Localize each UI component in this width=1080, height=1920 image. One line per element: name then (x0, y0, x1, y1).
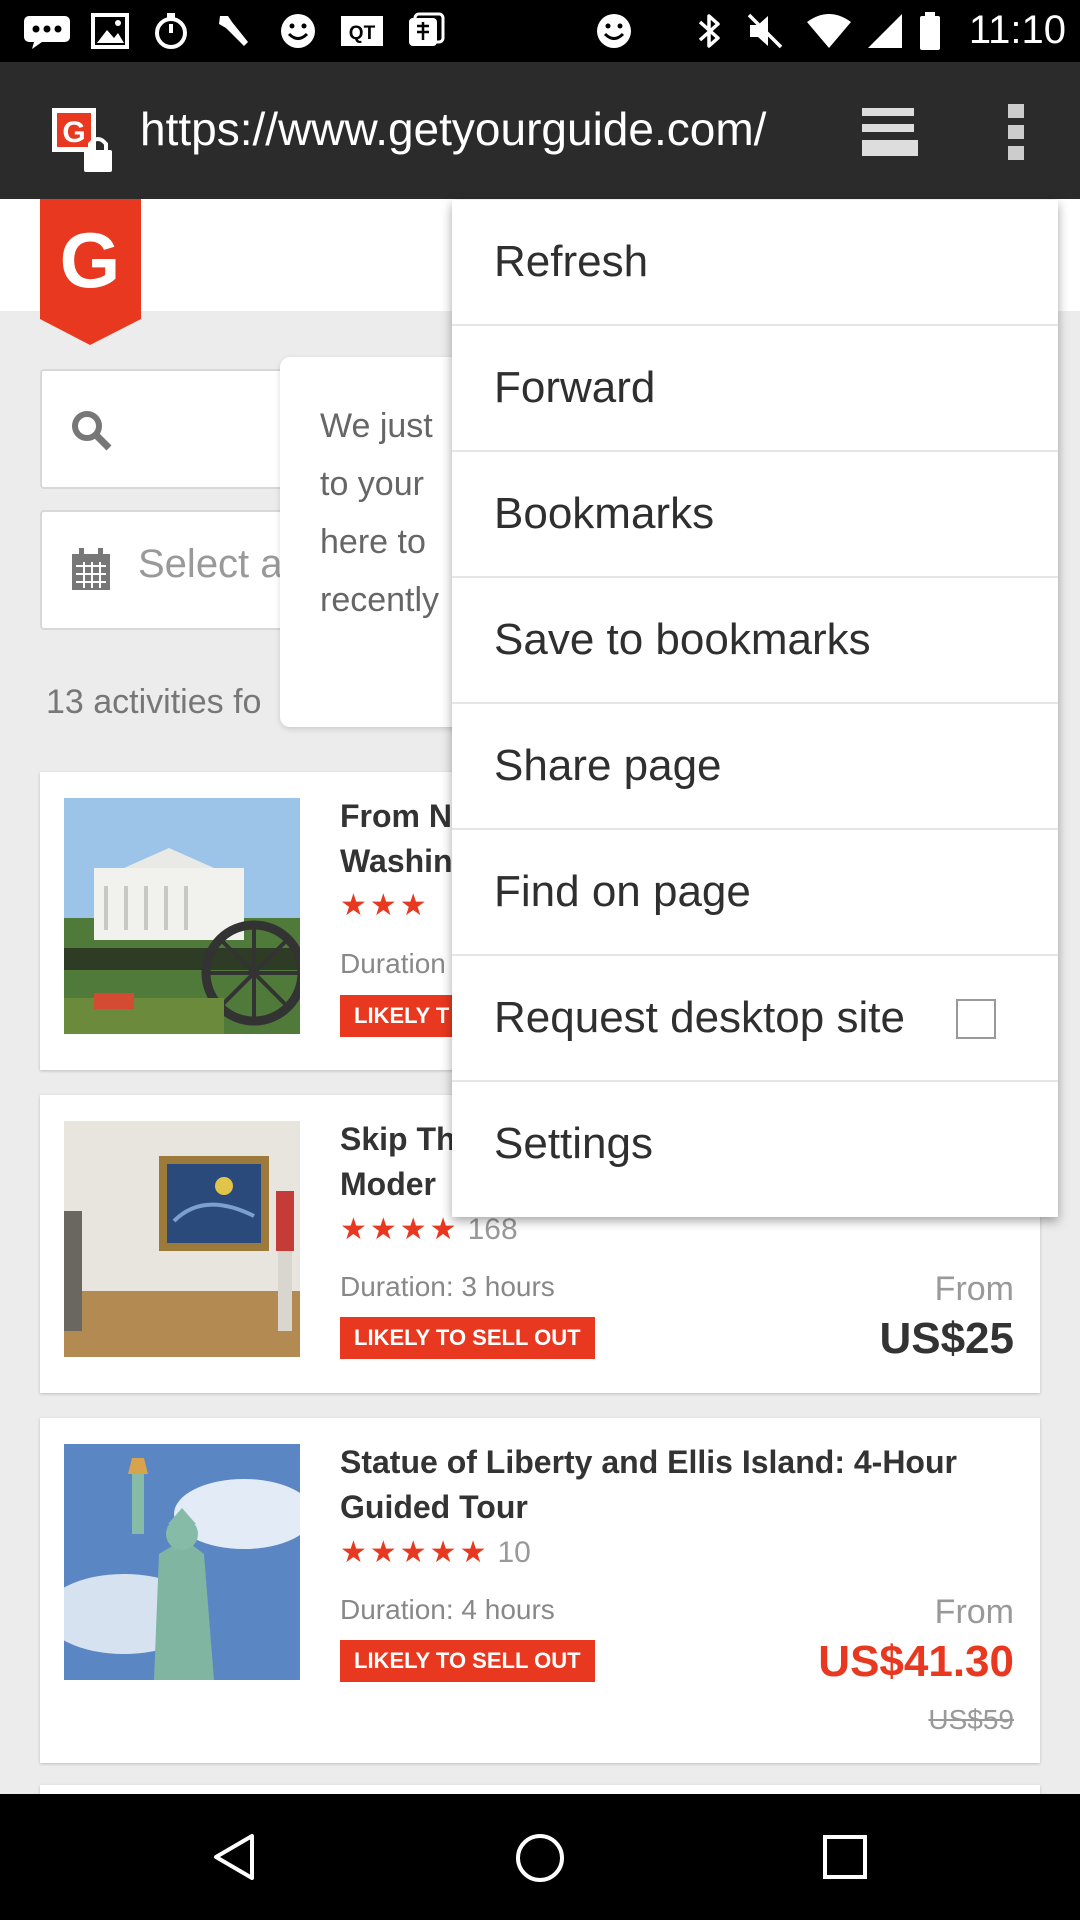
rating-stars: ★★★★ 168 (340, 1213, 518, 1246)
menu-item-bookmarks[interactable]: Bookmarks (452, 452, 1058, 578)
activities-count: 13 activities fo (46, 683, 262, 721)
getyourguide-logo[interactable]: G (40, 199, 141, 345)
home-icon[interactable] (514, 1832, 566, 1884)
messages-icon (24, 16, 70, 49)
menu-item-settings[interactable]: Settings (452, 1082, 1058, 1208)
rating-count: 10 (497, 1536, 531, 1569)
activity-image (64, 1121, 300, 1357)
status-bar: QT 11:10 (0, 0, 1080, 62)
wifi-icon (807, 14, 851, 48)
menu-item-share-page[interactable]: Share page (452, 704, 1058, 830)
mahjong-icon (409, 12, 445, 46)
menu-item-find-on-page[interactable]: Find on page (452, 830, 1058, 956)
secure-site-icon: G (52, 108, 112, 172)
sell-out-badge: LIKELY TO SELL OUT (340, 1640, 595, 1682)
activity-price: US$25 (879, 1314, 1014, 1363)
desktop-site-checkbox[interactable] (956, 999, 996, 1039)
gallery-icon (91, 13, 129, 49)
status-time: 11:10 (968, 8, 1066, 52)
rating-stars: ★★★ (340, 889, 430, 922)
svg-text:QT: QT (349, 23, 376, 44)
price-from-label: From (934, 1593, 1014, 1631)
sell-out-badge: LIKELY T (340, 995, 464, 1037)
date-placeholder: Select a (138, 542, 283, 586)
navigation-bar (0, 1794, 1080, 1920)
activity-duration: Duration (340, 948, 446, 979)
activity-duration: Duration: 3 hours (340, 1271, 555, 1302)
rating-stars: ★★★★★ 10 (340, 1536, 531, 1569)
logo-letter: G (60, 216, 121, 304)
wrench-icon (219, 16, 248, 46)
search-icon (72, 411, 112, 451)
recents-icon[interactable] (822, 1834, 868, 1880)
menu-item-forward[interactable]: Forward (452, 326, 1058, 452)
menu-item-refresh[interactable]: Refresh (452, 200, 1058, 326)
mute-icon (747, 13, 783, 49)
activity-card[interactable]: Statue of Liberty and Ellis Island: 4-Ho… (40, 1418, 1040, 1763)
smiley-icon (281, 14, 315, 48)
signal-icon (868, 14, 902, 48)
overflow-menu-icon[interactable] (1004, 102, 1028, 162)
back-icon[interactable] (210, 1832, 260, 1882)
bluetooth-icon (698, 14, 720, 48)
activity-card[interactable] (40, 1785, 1040, 1794)
activity-duration: Duration: 4 hours (340, 1594, 555, 1625)
menu-item-request-desktop-site[interactable]: Request desktop site (452, 956, 1058, 1082)
browser-toolbar: G https://www.getyourguide.com/ (0, 62, 1080, 199)
activity-price: US$41.30 (818, 1637, 1014, 1686)
qt-icon: QT (341, 16, 383, 46)
stopwatch-icon (155, 13, 187, 49)
browser-overflow-menu: Refresh Forward Bookmarks Save to bookma… (452, 200, 1058, 1217)
smiley-icon (597, 14, 631, 48)
activity-image (64, 798, 300, 1034)
activity-image (64, 1444, 300, 1680)
rating-count: 168 (467, 1213, 518, 1246)
activity-title[interactable]: Statue of Liberty and Ellis Island: 4-Ho… (340, 1440, 980, 1530)
battery-icon (920, 12, 940, 50)
tabs-icon[interactable] (858, 104, 922, 160)
sell-out-badge: LIKELY TO SELL OUT (340, 1317, 595, 1359)
price-from-label: From (934, 1270, 1014, 1308)
original-price: US$59 (928, 1704, 1014, 1735)
calendar-icon (72, 548, 110, 590)
menu-item-save-to-bookmarks[interactable]: Save to bookmarks (452, 578, 1058, 704)
url-field[interactable]: https://www.getyourguide.com/ (140, 102, 766, 156)
svg-text:G: G (62, 116, 85, 149)
